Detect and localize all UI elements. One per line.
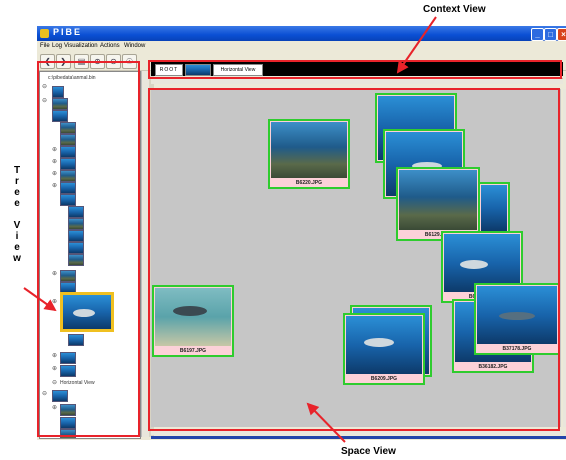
space-view-arrow (306, 402, 346, 443)
annotation-arrows (23, 16, 437, 443)
context-view-arrow (396, 16, 437, 74)
tree-view-arrow (23, 287, 57, 312)
